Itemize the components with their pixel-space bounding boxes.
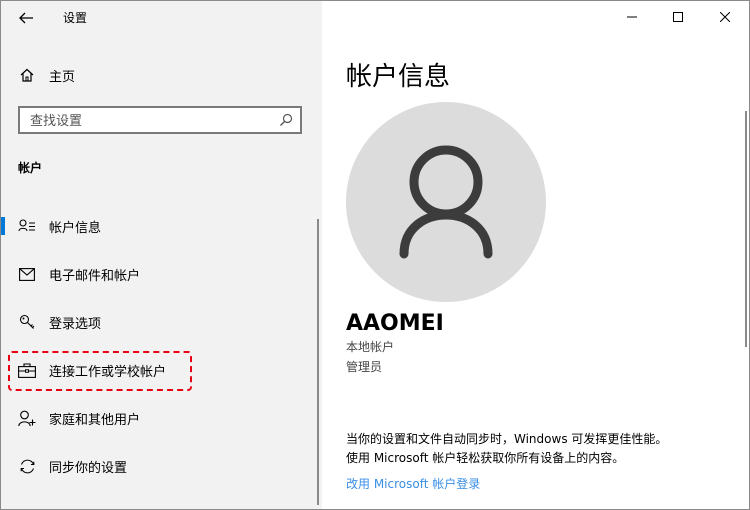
page-title: 帐户信息 [346,62,451,92]
sidebar-item-label: 登录选项 [49,316,102,332]
sidebar-item-label: 电子邮件和帐户 [49,268,141,284]
maximize-button[interactable] [655,1,701,33]
sidebar-scrollbar[interactable] [317,219,319,505]
sync-icon [18,457,36,475]
section-heading: 帐户 [18,161,43,175]
close-button[interactable] [702,1,748,33]
highlight-annotation [8,351,192,391]
search-box[interactable] [18,106,302,134]
user-name: AAOMEI [346,311,444,336]
app-title: 设置 [63,11,88,25]
microsoft-signin-link[interactable]: 改用 Microsoft 帐户登录 [346,475,480,492]
account-role: 管理员 [346,360,383,374]
maximize-icon [673,12,683,22]
minimize-button[interactable] [609,1,655,33]
sidebar-item-your-info[interactable]: 帐户信息 [1,208,322,244]
microsoft-account-info-text: 使用 Microsoft 帐户轻松获取你所有设备上的内容。 [346,451,625,465]
mail-icon [18,265,36,283]
search-input[interactable] [28,111,272,131]
person-card-icon [18,217,36,235]
main-content: 帐户信息 AAOMEI 本地帐户 管理员 当你的设置和文件自动同步时，Windo… [322,1,749,509]
sidebar-item-label: 帐户信息 [49,220,102,236]
minimize-icon [627,16,637,18]
sidebar-item-family-other-users[interactable]: 家庭和其他用户 [1,400,322,436]
main-scrollbar[interactable] [745,111,747,347]
sync-info-text: 当你的设置和文件自动同步时，Windows 可发挥更佳性能。 [346,432,668,446]
user-icon [399,145,493,259]
account-type: 本地帐户 [346,340,395,354]
back-button[interactable] [11,5,41,31]
sidebar: 设置 主页 帐户 [1,1,322,509]
home-label: 主页 [49,69,76,85]
sidebar-item-label: 同步你的设置 [49,460,128,476]
sidebar-item-email-accounts[interactable]: 电子邮件和帐户 [1,256,322,292]
key-icon [18,313,36,331]
sidebar-item-label: 家庭和其他用户 [49,412,141,428]
sidebar-item-sign-in-options[interactable]: 登录选项 [1,304,322,340]
back-arrow-icon [19,12,33,24]
add-person-icon [18,409,36,427]
avatar[interactable] [346,102,546,302]
settings-window: 设置 主页 帐户 [0,0,750,510]
home-icon [20,68,34,82]
home-nav-item[interactable]: 主页 [19,64,75,86]
search-icon[interactable] [278,112,294,128]
close-icon [720,12,730,22]
sidebar-item-sync-settings[interactable]: 同步你的设置 [1,448,322,484]
active-indicator [1,217,5,235]
